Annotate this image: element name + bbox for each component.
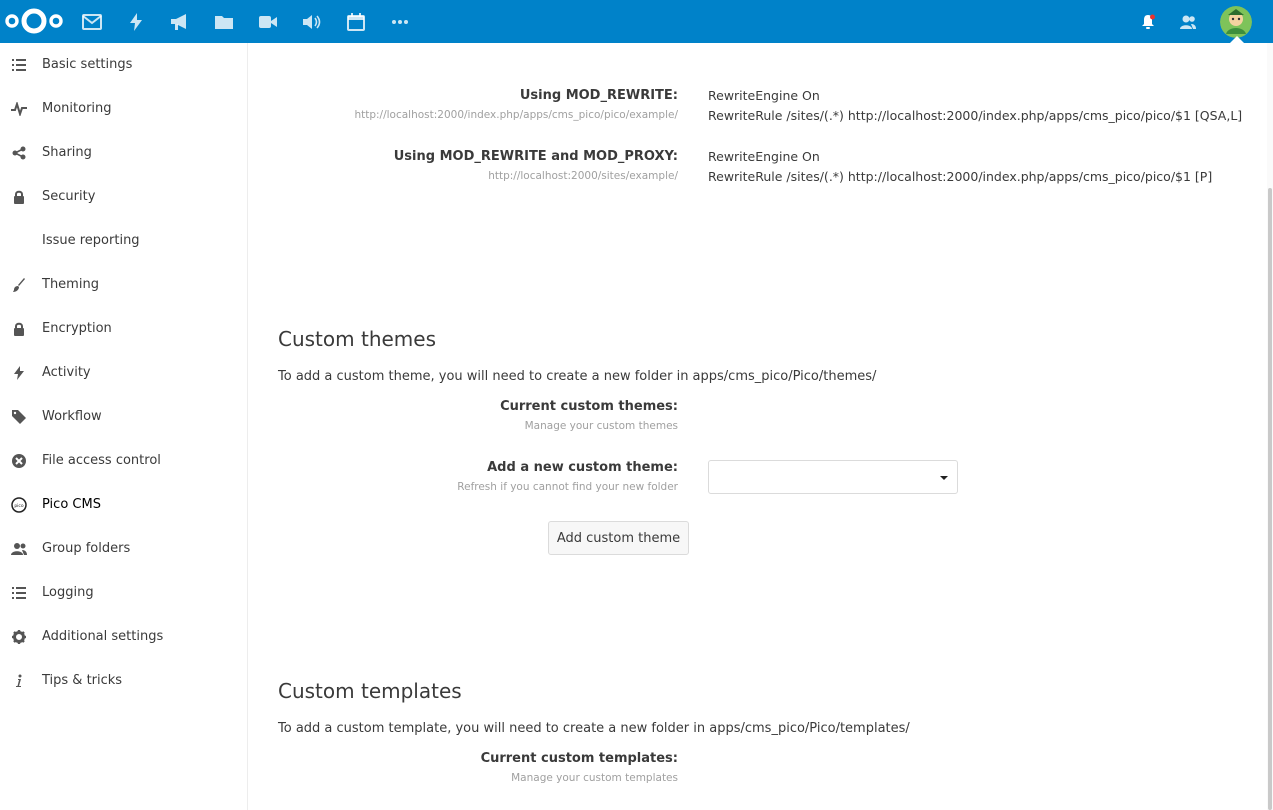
custom-templates-intro: To add a custom template, you will need … [278,721,910,736]
announcements-icon[interactable] [168,10,192,34]
sidebar-item-label: Basic settings [42,57,133,72]
calendar-icon[interactable] [344,10,368,34]
sidebar-item-monitoring[interactable]: Monitoring [0,87,247,131]
sidebar-item-workflow[interactable]: Workflow [0,395,247,439]
sidebar-item-theming[interactable]: Theming [0,263,247,307]
current-themes-label: Current custom themes: [500,399,678,414]
talk-icon[interactable] [256,10,280,34]
sidebar-item-label: Monitoring [42,101,112,116]
sidebar-item-label: Group folders [42,541,131,556]
sidebar-item-label: Additional settings [42,629,164,644]
lock-icon [11,321,27,337]
chevron-down-icon [940,476,948,480]
sidebar-item-label: Encryption [42,321,112,336]
mod-proxy-url: http://localhost:2000/sites/example/ [488,170,678,182]
mod-proxy-label: Using MOD_REWRITE and MOD_PROXY: [393,149,678,164]
sidebar-item-label: Activity [42,365,91,380]
scrollbar-thumb[interactable] [1268,188,1272,810]
current-templates-label: Current custom templates: [480,751,678,766]
current-themes-sub: Manage your custom themes [524,420,678,432]
top-header-bar [0,0,1273,43]
mod-rewrite-label: Using MOD_REWRITE: [519,88,678,103]
nextcloud-logo[interactable] [4,6,66,36]
sidebar-item-label: File access control [42,453,161,468]
mod-proxy-line2: RewriteRule /sites/(.*) http://localhost… [708,169,1213,184]
add-custom-theme-button[interactable]: Add custom theme [548,521,689,555]
mod-rewrite-line1: RewriteEngine On [708,88,820,103]
contacts-icon[interactable] [1176,10,1200,34]
sidebar-item-additional-settings[interactable]: Additional settings [0,615,247,659]
user-avatar[interactable] [1220,6,1252,38]
pico-icon: pico [11,497,27,513]
share-icon [11,145,27,161]
sidebar-item-label: Pico CMS [42,497,101,512]
sidebar-item-label: Security [42,189,96,204]
more-apps-icon[interactable] [388,10,412,34]
add-theme-label: Add a new custom theme: [487,460,678,475]
notifications-icon[interactable] [1136,10,1160,34]
sidebar-item-label: Issue reporting [42,233,140,248]
sidebar-item-pico-cms[interactable]: pico Pico CMS [0,483,247,527]
add-theme-sub: Refresh if you cannot find your new fold… [457,481,678,493]
mod-proxy-line1: RewriteEngine On [708,149,820,164]
activity-icon[interactable] [124,10,148,34]
sidebar-item-activity[interactable]: Activity [0,351,247,395]
current-templates-sub: Manage your custom templates [511,772,678,784]
menu-caret [1230,36,1244,43]
mod-rewrite-line2: RewriteRule /sites/(.*) http://localhost… [708,108,1243,123]
group-icon [11,541,27,557]
sidebar-item-sharing[interactable]: Sharing [0,131,247,175]
sidebar-item-label: Tips & tricks [42,673,123,688]
block-icon [11,453,27,469]
sidebar-item-label: Workflow [42,409,102,424]
sidebar-item-issue-reporting[interactable]: Issue reporting [0,219,247,263]
mod-rewrite-url: http://localhost:2000/index.php/apps/cms… [354,109,678,121]
gear-icon [11,629,27,645]
sidebar-item-label: Logging [42,585,94,600]
custom-themes-heading: Custom themes [278,327,437,351]
sidebar-item-basic-settings[interactable]: Basic settings [0,43,247,87]
sidebar-item-group-folders[interactable]: Group folders [0,527,247,571]
svg-text:pico: pico [14,503,24,509]
tag-icon [11,409,27,425]
sidebar-item-label: Theming [42,277,99,292]
lightning-icon [11,365,27,381]
sidebar-item-encryption[interactable]: Encryption [0,307,247,351]
audio-icon[interactable] [300,10,324,34]
list-icon [11,585,27,601]
settings-sidebar: Basic settings Monitoring Sharing Securi… [0,43,248,810]
files-icon[interactable] [212,10,236,34]
sidebar-item-logging[interactable]: Logging [0,571,247,615]
custom-themes-intro: To add a custom theme, you will need to … [278,369,877,384]
custom-templates-heading: Custom templates [278,679,462,703]
info-icon [11,673,27,689]
theme-select[interactable] [708,460,958,494]
sidebar-item-file-access-control[interactable]: File access control [0,439,247,483]
pulse-icon [11,101,27,117]
list-icon [11,57,27,73]
brush-icon [11,277,27,293]
sidebar-item-tips-tricks[interactable]: Tips & tricks [0,659,247,703]
sidebar-item-label: Sharing [42,145,92,160]
sidebar-item-security[interactable]: Security [0,175,247,219]
lock-icon [11,189,27,205]
mail-icon[interactable] [80,10,104,34]
